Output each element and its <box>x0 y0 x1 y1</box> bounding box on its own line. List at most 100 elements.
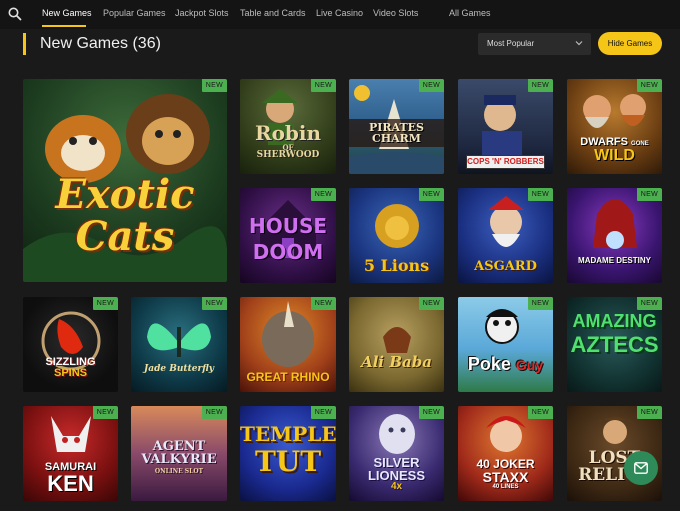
aztecs-title-line1: AMAZING <box>572 311 657 331</box>
valkyrie-title-line3: ONLINE SLOT <box>154 468 204 475</box>
game-tile-dwarfs-gone-wild[interactable]: DWARFS GONE WILD NEW <box>567 79 662 174</box>
new-badge: NEW <box>636 406 662 419</box>
valkyrie-title: AGENT VALKYRIE ONLINE SLOT <box>131 440 227 475</box>
hide-games-button[interactable]: Hide Games <box>598 32 662 55</box>
samurai-title-line2: KEN <box>47 471 94 496</box>
pirates-title: PIRATES CHARM <box>349 119 444 147</box>
new-badge: NEW <box>636 79 662 92</box>
search-icon[interactable] <box>7 6 23 22</box>
top-nav: New Games Popular Games Jackpot Slots Ta… <box>0 0 680 29</box>
new-badge: NEW <box>310 79 336 92</box>
game-tile-sizzling-spins[interactable]: SIZZLING SPINS NEW <box>23 297 118 392</box>
game-tile-pirates-charm[interactable]: PIRATES CHARM NEW <box>349 79 444 174</box>
chevron-down-icon <box>575 41 583 46</box>
nav-jackpot-slots[interactable]: Jackpot Slots <box>175 8 229 18</box>
dwarfs-title: DWARFS GONE WILD <box>567 137 662 164</box>
joker-title-line3: 40 LINES <box>492 484 519 490</box>
exotic-cats-title: Exotic Cats <box>23 175 227 257</box>
new-badge: NEW <box>418 406 444 419</box>
nav-live-casino[interactable]: Live Casino <box>316 8 363 18</box>
new-badge: NEW <box>201 406 227 419</box>
cops-title: COPS 'N' ROBBERS <box>466 155 545 169</box>
new-badge: NEW <box>92 406 118 419</box>
poke-title-word2: Guy <box>515 357 544 373</box>
game-tile-40-joker-staxx[interactable]: 40 JOKER STAXX 40 LINES NEW <box>458 406 553 501</box>
game-tile-amazing-aztecs[interactable]: AMAZING AZTECS NEW <box>567 297 662 392</box>
samurai-title: SAMURAI KEN <box>23 462 118 495</box>
valkyrie-title-line2: VALKYRIE <box>141 452 217 467</box>
game-tile-silver-lioness-4x[interactable]: SILVER LIONESS 4x NEW <box>349 406 444 501</box>
new-badge: NEW <box>201 79 227 92</box>
robin-title-line1: Robin <box>254 121 322 145</box>
alibaba-title: Ali Baba <box>361 353 432 371</box>
chat-icon <box>634 462 648 474</box>
new-badge: NEW <box>527 297 553 310</box>
game-tile-great-rhino[interactable]: GREAT RHINO NEW <box>240 297 336 392</box>
tut-title-line1: TEMPLE <box>240 422 336 446</box>
sizzling-title-line2: SPINS <box>53 367 87 379</box>
game-tile-robin-of-sherwood[interactable]: Robin OF SHERWOOD NEW <box>240 79 336 174</box>
new-badge: NEW <box>92 297 118 310</box>
game-tile-agent-valkyrie[interactable]: AGENT VALKYRIE ONLINE SLOT NEW <box>131 406 227 501</box>
dwarfs-title-word3: WILD <box>594 147 635 164</box>
game-tile-poke-the-guy[interactable]: Poke Guy NEW <box>458 297 553 392</box>
asgard-title: ASGARD <box>474 259 537 274</box>
lioness-title: SILVER LIONESS 4x <box>349 456 444 492</box>
nav-popular-games[interactable]: Popular Games <box>103 8 166 18</box>
aztecs-title-line2: AZTECS <box>570 331 659 357</box>
active-tab-indicator <box>42 25 86 27</box>
game-tile-cops-n-robbers[interactable]: COPS 'N' ROBBERS NEW <box>458 79 553 174</box>
tut-title: TEMPLE TUT <box>240 424 336 476</box>
game-tile-5-lions[interactable]: 5 Lions NEW <box>349 188 444 283</box>
lions-title: 5 Lions <box>363 256 430 275</box>
robin-title-line3: SHERWOOD <box>256 150 320 160</box>
new-badge: NEW <box>527 79 553 92</box>
joker-title: 40 JOKER STAXX 40 LINES <box>458 458 553 490</box>
jade-art <box>147 323 211 357</box>
poke-art <box>485 309 519 344</box>
game-tile-temple-of-tut[interactable]: TEMPLE TUT NEW <box>240 406 336 501</box>
house-title-line2: DOOM <box>252 240 324 264</box>
game-tile-jade-butterfly[interactable]: Jade Butterfly NEW <box>131 297 227 392</box>
madame-title: MADAME DESTINY <box>578 256 651 265</box>
exotic-cats-title-line1: Exotic <box>55 171 195 218</box>
new-badge: NEW <box>310 188 336 201</box>
nav-all-games[interactable]: All Games <box>449 8 491 18</box>
sort-selected-value: Most Popular <box>487 39 535 48</box>
new-badge: NEW <box>201 297 227 310</box>
new-badge: NEW <box>310 406 336 419</box>
nav-table-and-cards[interactable]: Table and Cards <box>240 8 306 18</box>
madame-art <box>593 199 637 249</box>
robin-title: Robin OF SHERWOOD <box>240 123 336 160</box>
new-badge: NEW <box>418 188 444 201</box>
title-accent-bar <box>23 33 26 55</box>
game-tile-house-of-doom[interactable]: HOUSE DOOM NEW <box>240 188 336 283</box>
new-badge: NEW <box>418 79 444 92</box>
pirates-title-line2: CHARM <box>371 132 421 145</box>
sort-dropdown[interactable]: Most Popular <box>478 33 591 55</box>
joker-title-line2: STAXX <box>482 469 529 485</box>
nav-new-games[interactable]: New Games <box>42 8 92 18</box>
house-title-line1: HOUSE <box>248 214 328 238</box>
game-tile-madame-destiny[interactable]: MADAME DESTINY NEW <box>567 188 662 283</box>
sizzling-title: SIZZLING SPINS <box>23 357 118 379</box>
new-badge: NEW <box>636 188 662 201</box>
chat-button[interactable] <box>624 451 658 485</box>
exotic-cats-title-line2: Cats <box>75 213 175 260</box>
poke-title: Poke Guy <box>458 355 553 373</box>
new-badge: NEW <box>527 188 553 201</box>
poke-title-word1: Poke <box>467 354 511 374</box>
jade-title: Jade Butterfly <box>144 364 214 374</box>
new-badge: NEW <box>636 297 662 310</box>
lioness-title-line3: 4x <box>390 481 403 492</box>
game-tile-exotic-cats[interactable]: Exotic Cats NEW <box>23 79 227 282</box>
alibaba-art <box>383 327 411 353</box>
new-badge: NEW <box>418 297 444 310</box>
game-tile-asgard[interactable]: ASGARD NEW <box>458 188 553 283</box>
nav-video-slots[interactable]: Video Slots <box>373 8 418 18</box>
house-title: HOUSE DOOM <box>240 216 336 262</box>
game-tile-samurai-ken[interactable]: SAMURAI KEN NEW <box>23 406 118 501</box>
new-badge: NEW <box>527 406 553 419</box>
tut-title-line2: TUT <box>254 445 322 478</box>
game-tile-ali-baba[interactable]: Ali Baba NEW <box>349 297 444 392</box>
